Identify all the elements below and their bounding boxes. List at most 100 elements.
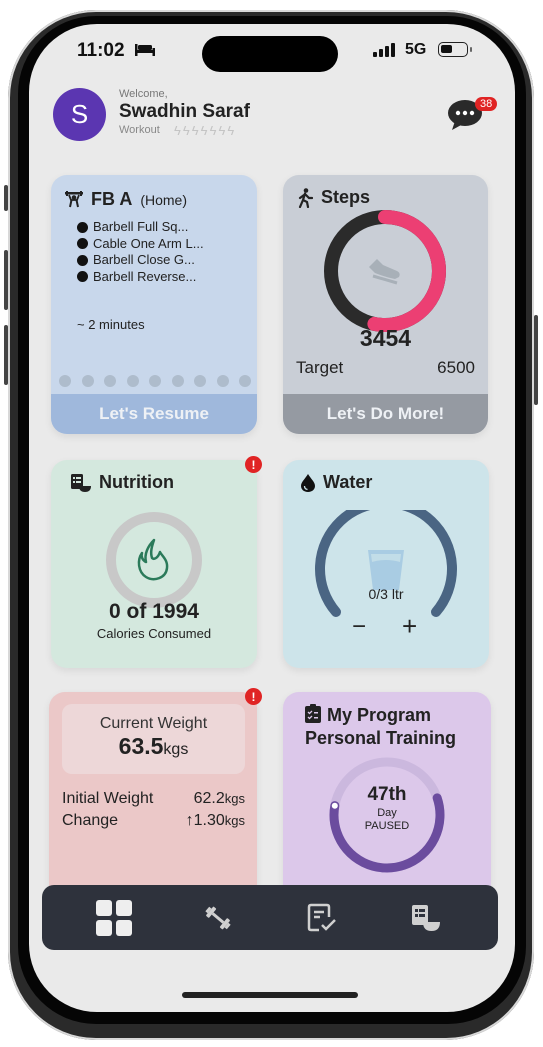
initial-weight-row: Initial Weight 62.2kgs: [62, 790, 245, 808]
program-title: My Program Personal Training: [305, 704, 457, 748]
workout-location: (Home): [140, 191, 187, 208]
weight-change-label: Change: [62, 812, 119, 829]
bolt-icon: ϟ: [227, 123, 235, 138]
nutrition-card[interactable]: Nutrition 0 of 1994 Calories Consumed: [51, 460, 257, 668]
workout-streak-bolts: ϟ ϟ ϟ ϟ ϟ ϟ ϟ: [174, 123, 234, 138]
weight-alert-icon: !: [245, 688, 262, 705]
steps-card-title: Steps: [297, 187, 370, 208]
exercise-item: Cable One Arm L...: [77, 236, 204, 253]
tab-program[interactable]: [302, 898, 342, 938]
signal-icon: [373, 43, 395, 57]
progress-dot: [149, 375, 161, 387]
nutrition-title: Nutrition: [99, 472, 174, 492]
do-more-button[interactable]: Let's Do More!: [283, 394, 488, 434]
glass-icon: [368, 550, 404, 590]
target-value: 6500: [437, 358, 475, 377]
tab-workout[interactable]: [198, 898, 238, 938]
tab-dashboard[interactable]: [94, 898, 134, 938]
exercise-item: Barbell Reverse...: [77, 269, 204, 286]
grid-icon: [96, 899, 132, 936]
water-decrease-button[interactable]: −: [352, 613, 366, 641]
flame-icon: [137, 538, 169, 581]
welcome-text: Welcome,: [119, 88, 168, 100]
progress-dots: [59, 375, 251, 387]
program-subtitle: Personal Training: [305, 728, 457, 748]
progress-dot: [194, 375, 206, 387]
workout-name: FB A: [91, 189, 133, 209]
water-title: Water: [323, 472, 373, 492]
steps-card[interactable]: Steps 3454 Target 6500 Let's Do More!: [283, 175, 488, 434]
bolt-icon: ϟ: [218, 123, 226, 138]
dumbbell-icon: [205, 906, 231, 929]
bolt-icon: ϟ: [182, 123, 190, 138]
program-card[interactable]: My Program Personal Training 47th Day PA…: [283, 692, 491, 902]
weightlifter-icon: [65, 191, 83, 208]
progress-dot: [216, 375, 229, 387]
user-name: Swadhin Saraf: [119, 101, 250, 122]
shoe-icon: [369, 259, 400, 285]
nutrition-alert-icon: !: [245, 456, 262, 473]
current-weight-value: 63.5kgs: [118, 733, 189, 759]
program-status: PAUSED: [364, 820, 410, 832]
initial-weight-label: Initial Weight: [62, 790, 154, 807]
battery-tip: [470, 47, 472, 52]
water-gauge: [315, 510, 457, 617]
dynamic-island: [202, 36, 338, 72]
resume-button[interactable]: Let's Resume: [51, 394, 257, 434]
initial-weight-value: 62.2kgs: [193, 790, 245, 807]
network-label: 5G: [405, 41, 427, 58]
exercise-item: Barbell Close G...: [77, 252, 204, 269]
progress-dot: [59, 375, 71, 387]
water-card-title: Water: [301, 472, 372, 493]
progress-dot: [126, 375, 139, 387]
target-label: Target: [296, 358, 344, 377]
action-button: [4, 185, 8, 211]
calorie-ring: [106, 512, 202, 608]
weight-change-value: ↑1.30kgs: [185, 812, 245, 829]
workout-card-title: FB A (Home): [65, 189, 187, 210]
progress-dot: [239, 375, 251, 387]
volume-up-button: [4, 250, 8, 310]
water-card[interactable]: Water 0/3 ltr − +: [283, 460, 489, 668]
current-weight-label: Current Weight: [99, 715, 208, 732]
power-button: [534, 315, 538, 405]
progress-dot: [104, 375, 116, 387]
avatar[interactable]: S: [53, 88, 106, 141]
current-weight-box: Current Weight 63.5kgs: [62, 704, 245, 774]
workout-card[interactable]: FB A (Home) Barbell Full Sq... Cable One…: [51, 175, 257, 434]
water-value: 0/3 ltr: [368, 586, 404, 602]
status-time: 11:02: [77, 40, 125, 61]
workout-streak-label: Workout: [119, 124, 160, 136]
battery-icon: [438, 42, 468, 57]
bolt-icon: ϟ: [174, 123, 181, 138]
progress-dot: [81, 375, 94, 387]
progress-dot: [171, 375, 184, 387]
bolt-icon: ϟ: [200, 123, 208, 138]
water-increase-button[interactable]: +: [402, 611, 417, 642]
volume-down-button: [4, 325, 8, 385]
bottom-tab-bar: [42, 885, 498, 950]
bolt-icon: ϟ: [191, 123, 199, 138]
checklist-icon: [307, 903, 336, 931]
weight-card[interactable]: Current Weight 63.5kgs Initial Weight 62…: [49, 692, 257, 902]
nutrition-icon: [412, 904, 440, 931]
program-day-label: Day: [377, 807, 397, 819]
water-drop-icon: [301, 473, 315, 492]
exercise-item: Barbell Full Sq...: [77, 219, 204, 236]
steps-progress-ring: [324, 210, 446, 332]
chat-badge: 38: [475, 97, 498, 111]
exercise-list: Barbell Full Sq... Cable One Arm L... Ba…: [77, 219, 204, 285]
bolt-icon: ϟ: [209, 123, 217, 138]
screen: 11:02 5G S Welcome, Swadhin Saraf Workou…: [29, 24, 515, 1012]
nutrition-card-title: Nutrition: [71, 472, 174, 493]
nutrition-icon: [71, 473, 91, 492]
workout-duration: ~ 2 minutes: [77, 317, 145, 332]
tab-nutrition[interactable]: [406, 898, 446, 938]
calorie-label: Calories Consumed: [96, 626, 212, 641]
walking-icon: [298, 187, 313, 208]
steps-count: 3454: [359, 325, 412, 351]
clipboard-icon: [305, 704, 321, 723]
home-indicator[interactable]: [182, 992, 358, 998]
bed-icon: [135, 44, 155, 56]
program-day: 47th: [367, 784, 407, 805]
